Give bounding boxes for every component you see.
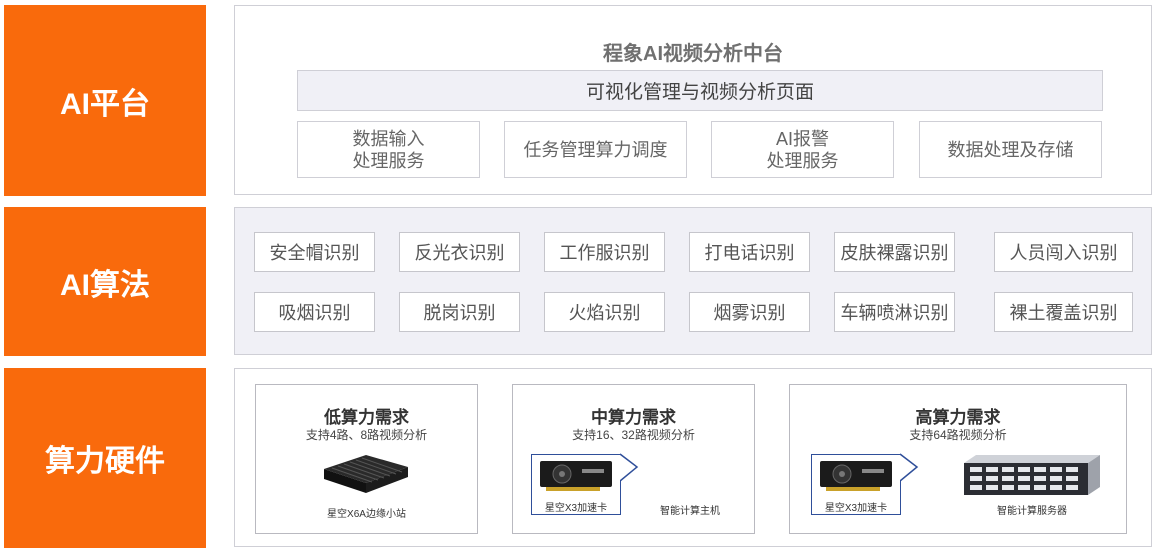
algorithm-item: 车辆喷淋识别 [834, 292, 955, 332]
algorithm-item: 工作服识别 [544, 232, 665, 272]
service-box: AI报警 处理服务 [711, 121, 894, 178]
edge-station-image [324, 455, 408, 493]
algorithm-item: 人员闯入识别 [994, 232, 1133, 272]
row-label-hardware: 算力硬件 [4, 368, 206, 548]
hardware-high-box: 高算力需求 支持64路视频分析 星空X3加速卡 智能计算服务器 [789, 384, 1127, 534]
algorithm-item: 反光衣识别 [399, 232, 520, 272]
hardware-mid-box: 中算力需求 支持16、32路视频分析 星空X3加速卡 智能计算主机 [512, 384, 755, 534]
platform-title: 程象AI视频分析中台 [603, 43, 783, 65]
row-label-platform-text: AI平台 [60, 87, 150, 121]
algorithm-panel: 安全帽识别 反光衣识别 工作服识别 打电话识别 皮肤裸露识别 人员闯入识别 吸烟… [234, 207, 1152, 355]
service-box: 数据输入 处理服务 [297, 121, 480, 178]
hardware-panel: 低算力需求 支持4路、8路视频分析 星空X6A边缘小站 中算力需求 支持16、3… [234, 368, 1152, 547]
algorithm-item: 打电话识别 [689, 232, 810, 272]
hardware-high-title: 高算力需求 [915, 408, 1001, 427]
compute-server-caption: 智能计算服务器 [997, 506, 1067, 517]
accelerator-card-image [540, 461, 612, 491]
row-label-platform: AI平台 [4, 5, 206, 196]
hardware-low-title: 低算力需求 [324, 408, 409, 427]
algorithm-item: 脱岗识别 [399, 292, 520, 332]
compute-host-caption: 智能计算主机 [660, 506, 720, 517]
callout-pointer-icon [620, 453, 639, 482]
server-image [964, 455, 1100, 495]
row-label-algorithm-text: AI算法 [60, 268, 150, 302]
algorithm-item: 火焰识别 [544, 292, 665, 332]
algorithm-item: 吸烟识别 [254, 292, 375, 332]
row-label-algorithm: AI算法 [4, 207, 206, 356]
platform-panel: 程象AI视频分析中台 可视化管理与视频分析页面 数据输入 处理服务 任务管理算力… [234, 5, 1152, 195]
algorithm-item: 皮肤裸露识别 [834, 232, 955, 272]
callout-pointer-icon [900, 453, 919, 482]
hardware-mid-title: 中算力需求 [591, 408, 676, 427]
accelerator-card-image [820, 461, 892, 491]
algorithm-item: 安全帽识别 [254, 232, 375, 272]
hardware-high-subtitle: 支持64路视频分析 [909, 428, 1007, 442]
hardware-low-subtitle: 支持4路、8路视频分析 [305, 428, 428, 442]
row-label-hardware-text: 算力硬件 [45, 445, 165, 478]
edge-station-caption: 星空X6A边缘小站 [327, 509, 406, 520]
hardware-low-box: 低算力需求 支持4路、8路视频分析 星空X6A边缘小站 [255, 384, 478, 534]
accelerator-card-caption: 星空X3加速卡 [544, 503, 608, 514]
accelerator-card-frame: 星空X3加速卡 [811, 454, 901, 515]
service-box: 任务管理算力调度 [504, 121, 687, 178]
accelerator-card-frame: 星空X3加速卡 [531, 454, 621, 515]
service-box: 数据处理及存储 [919, 121, 1102, 178]
visual-management-bar: 可视化管理与视频分析页面 [297, 70, 1103, 111]
hardware-mid-subtitle: 支持16、32路视频分析 [572, 428, 695, 442]
algorithm-item: 烟雾识别 [689, 292, 810, 332]
algorithm-item: 裸土覆盖识别 [994, 292, 1133, 332]
accelerator-card-caption: 星空X3加速卡 [824, 503, 888, 514]
